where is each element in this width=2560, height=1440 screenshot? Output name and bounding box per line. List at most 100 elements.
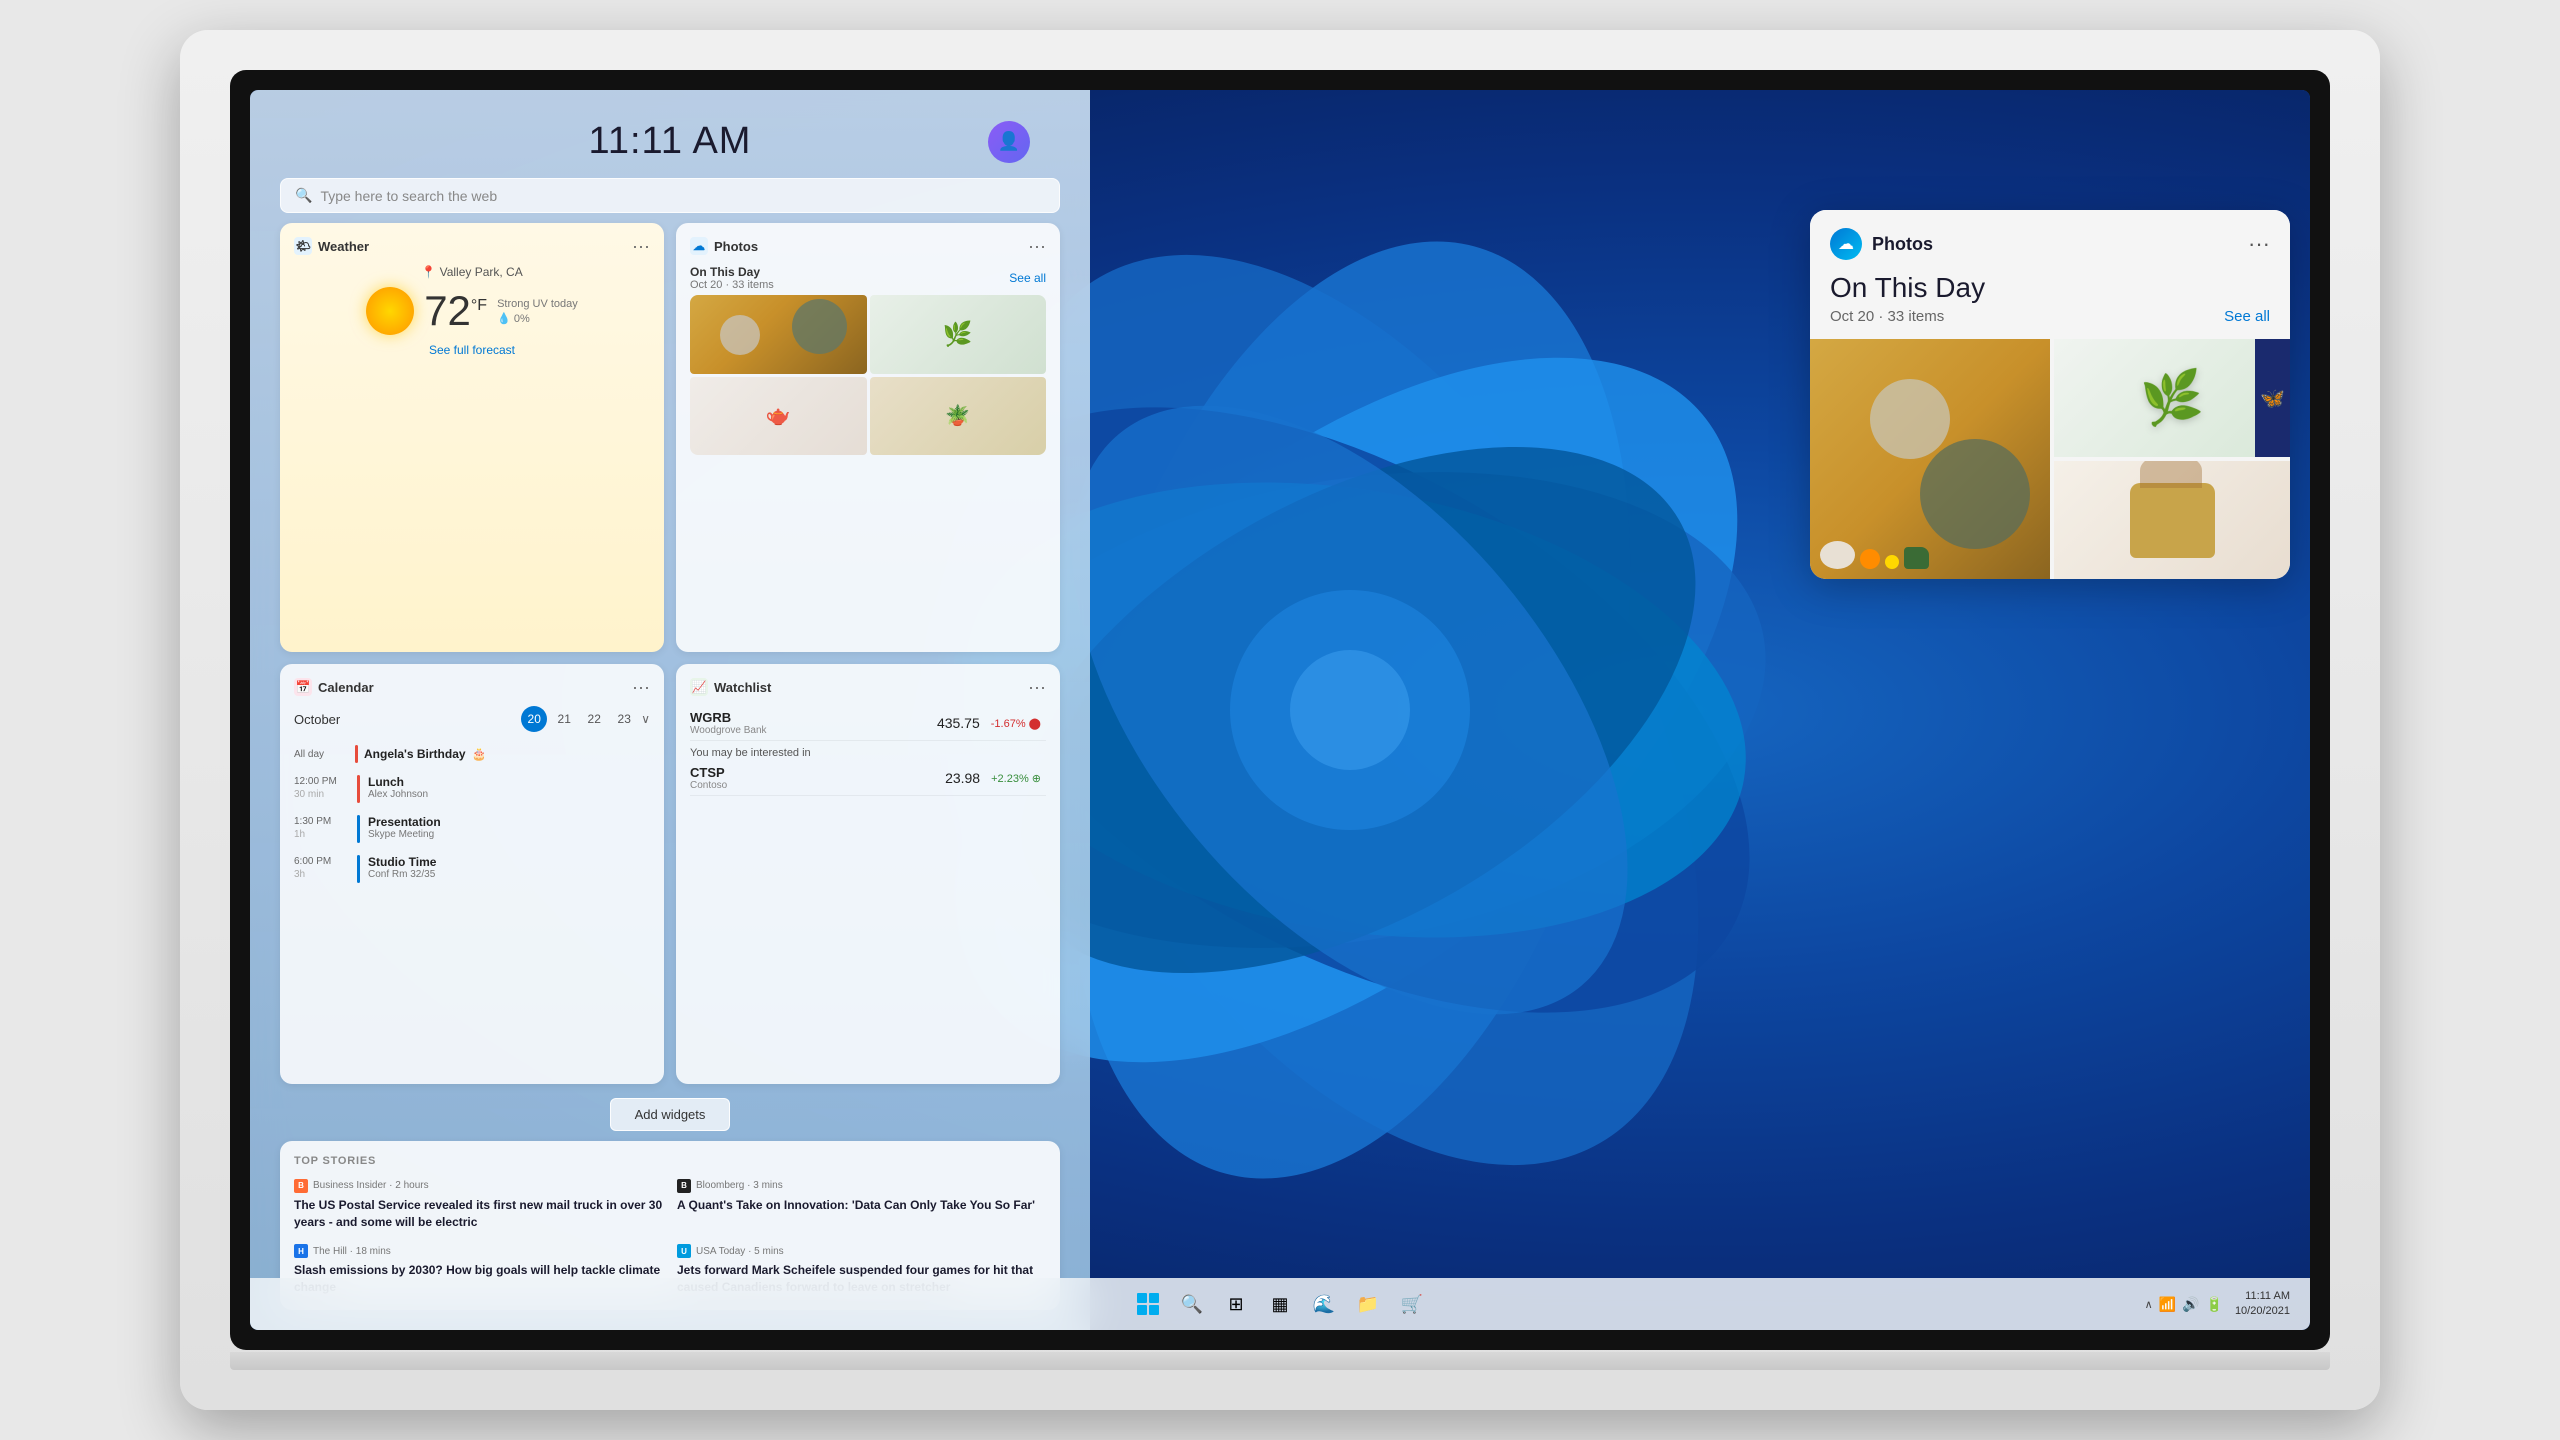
otd-see-all[interactable]: See all — [2224, 308, 2270, 325]
watchlist-menu[interactable]: ··· — [1028, 678, 1046, 696]
calendar-title: Calendar — [318, 680, 374, 695]
news-item-1: B Business Insider · 2 hours The US Post… — [294, 1179, 663, 1231]
news-source-row-4: U USA Today · 5 mins — [677, 1244, 1046, 1258]
otd-title: On This Day — [1830, 272, 2270, 304]
watchlist-title-row: 📈 Watchlist — [690, 678, 771, 696]
circle-art-2 — [792, 299, 847, 354]
photos-date-row: On This Day Oct 20 · 33 items See all — [690, 265, 1046, 291]
taskbar-explorer-button[interactable]: 📁 — [1351, 1287, 1385, 1321]
photos-card-menu[interactable]: ··· — [2248, 231, 2270, 257]
taskbar-start-button[interactable] — [1131, 1287, 1165, 1321]
stock-ctsp-price-row: 23.98 +2.23% ⊕ — [945, 770, 1046, 787]
widget-panel: 11:11 AM 👤 🔍 Type here to search the web… — [250, 90, 1090, 1330]
event-birthday: All day Angela's Birthday 🎂 — [294, 742, 650, 766]
photos-card-app-name: Photos — [1872, 234, 1933, 255]
search-icon: 🔍 — [295, 187, 312, 204]
taskbar-battery-icon: 🔋 — [2206, 1296, 2223, 1313]
pres-time: 1:30 PM1h — [294, 815, 349, 841]
photos-thumbnail-grid: 🌿 🫖 🪴 — [690, 295, 1046, 455]
plant-emoji: 🌿 — [2138, 366, 2205, 430]
user-avatar[interactable]: 👤 — [988, 121, 1030, 163]
birthday-bar — [355, 745, 358, 763]
photos-date: Oct 20 · 33 items — [690, 279, 774, 291]
taskbar-clock[interactable]: 11:11 AM 10/20/2021 — [2235, 1289, 2290, 1320]
cal-day-22: 22 — [581, 706, 607, 732]
photos-menu[interactable]: ··· — [1028, 237, 1046, 255]
photos-widget: ☁ Photos ··· On This Day Oct 20 · 33 ite… — [676, 223, 1060, 652]
taskbar-wifi-icon[interactable]: 📶 — [2159, 1296, 2176, 1313]
studio-sub: Conf Rm 32/35 — [368, 869, 650, 880]
search-input: Type here to search the web — [320, 188, 1045, 204]
studio-time: 6:00 PM3h — [294, 855, 349, 881]
lunch-name: Lunch — [368, 775, 650, 789]
weather-widget-header: 🌤 Weather ··· — [294, 237, 650, 255]
stock-ctsp-ticker: CTSP — [690, 765, 727, 780]
event-studio: 6:00 PM3h Studio Time Conf Rm 32/35 — [294, 852, 650, 886]
weather-icon: 🌤 — [294, 237, 312, 255]
time-display: 11:11 AM — [589, 120, 752, 163]
large-circle-1 — [1870, 379, 1950, 459]
weather-sun-icon — [366, 287, 414, 335]
win-pane-tl — [1137, 1293, 1147, 1303]
cal-day-23: 23 — [611, 706, 637, 732]
weather-uv: Strong UV today 💧 0% — [497, 298, 578, 325]
photo-thumb-1 — [690, 295, 867, 374]
taskbar-right: ∧ 📶 🔊 🔋 11:11 AM 10/20/2021 — [2145, 1289, 2290, 1320]
photo-thumb-3: 🫖 — [690, 377, 867, 456]
photos-see-all[interactable]: See all — [1009, 271, 1046, 285]
news-headline-2[interactable]: A Quant's Take on Innovation: 'Data Can … — [677, 1197, 1046, 1214]
teapot-scene — [1820, 541, 1929, 569]
pres-details: Presentation Skype Meeting — [368, 815, 650, 840]
leaf-green — [1904, 547, 1929, 569]
add-widgets-button[interactable]: Add widgets — [610, 1098, 731, 1131]
stock-ctsp-price: 23.98 — [945, 770, 980, 786]
news-headline-1[interactable]: The US Postal Service revealed its first… — [294, 1197, 663, 1231]
taskbar-time: 11:11 AM — [2245, 1289, 2290, 1304]
calendar-widget: 📅 Calendar ··· October 20 21 22 23 — [280, 664, 664, 1083]
stock-wgrb-info: WGRB Woodgrove Bank — [690, 710, 767, 736]
taskbar-search-button[interactable]: 🔍 — [1175, 1287, 1209, 1321]
lunch-details: Lunch Alex Johnson — [368, 775, 650, 800]
calendar-title-row: 📅 Calendar — [294, 678, 374, 696]
taskbar-edge-button[interactable]: 🌊 — [1307, 1287, 1341, 1321]
blue-accent-icon: 🦋 — [2260, 386, 2285, 411]
laptop-outer: 11:11 AM 👤 🔍 Type here to search the web… — [180, 30, 2380, 1410]
photo-main-large — [1810, 339, 2050, 579]
laptop-hinge — [230, 1352, 2330, 1370]
watchlist-title: Watchlist — [714, 680, 771, 695]
weather-forecast-link[interactable]: See full forecast — [294, 343, 650, 357]
photo-thumb-2: 🌿 — [870, 295, 1047, 374]
taskbar-date: 10/20/2021 — [2235, 1304, 2290, 1319]
lunch-sub: Alex Johnson — [368, 789, 650, 800]
lunch-time: 12:00 PM30 min — [294, 775, 349, 801]
windows-logo — [1137, 1293, 1159, 1315]
otd-date: Oct 20 · 33 items — [1830, 308, 1944, 325]
weather-location: 📍 Valley Park, CA — [294, 265, 650, 279]
weather-temp: 72°F — [424, 290, 487, 332]
watchlist-icon: 📈 — [690, 678, 708, 696]
taskbar-store-button[interactable]: 🛒 — [1395, 1287, 1429, 1321]
photos-icon: ☁ — [690, 237, 708, 255]
fruit-orange — [1860, 549, 1880, 569]
taskbar-taskview-button[interactable]: ⊞ — [1219, 1287, 1253, 1321]
search-bar[interactable]: 🔍 Type here to search the web — [280, 178, 1060, 213]
time-header: 11:11 AM 👤 — [280, 110, 1060, 168]
cal-day-21: 21 — [551, 706, 577, 732]
photos-cloud-icon: ☁ — [1830, 228, 1862, 260]
birthday-emoji: 🎂 — [472, 747, 487, 761]
news-icon-2: B — [677, 1179, 691, 1193]
weather-title: Weather — [318, 239, 369, 254]
calendar-menu[interactable]: ··· — [632, 678, 650, 696]
calendar-widget-header: 📅 Calendar ··· — [294, 678, 650, 696]
fruit-yellow — [1885, 555, 1899, 569]
news-source-row-3: H The Hill · 18 mins — [294, 1244, 663, 1258]
calendar-chevron[interactable]: ∨ — [641, 712, 650, 726]
stock-ctsp-name: Contoso — [690, 780, 727, 791]
stock-ctsp: CTSP Contoso 23.98 +2.23% ⊕ — [690, 761, 1046, 796]
taskbar-volume-icon[interactable]: 🔊 — [2182, 1296, 2199, 1313]
screen-bezel: 11:11 AM 👤 🔍 Type here to search the web… — [230, 70, 2330, 1350]
taskbar-widgets-button[interactable]: ▦ — [1263, 1287, 1297, 1321]
weather-menu[interactable]: ··· — [632, 237, 650, 255]
watchlist-widget: 📈 Watchlist ··· WGRB Woodgrove Bank — [676, 664, 1060, 1083]
taskbar-chevron-icon[interactable]: ∧ — [2145, 1298, 2153, 1311]
